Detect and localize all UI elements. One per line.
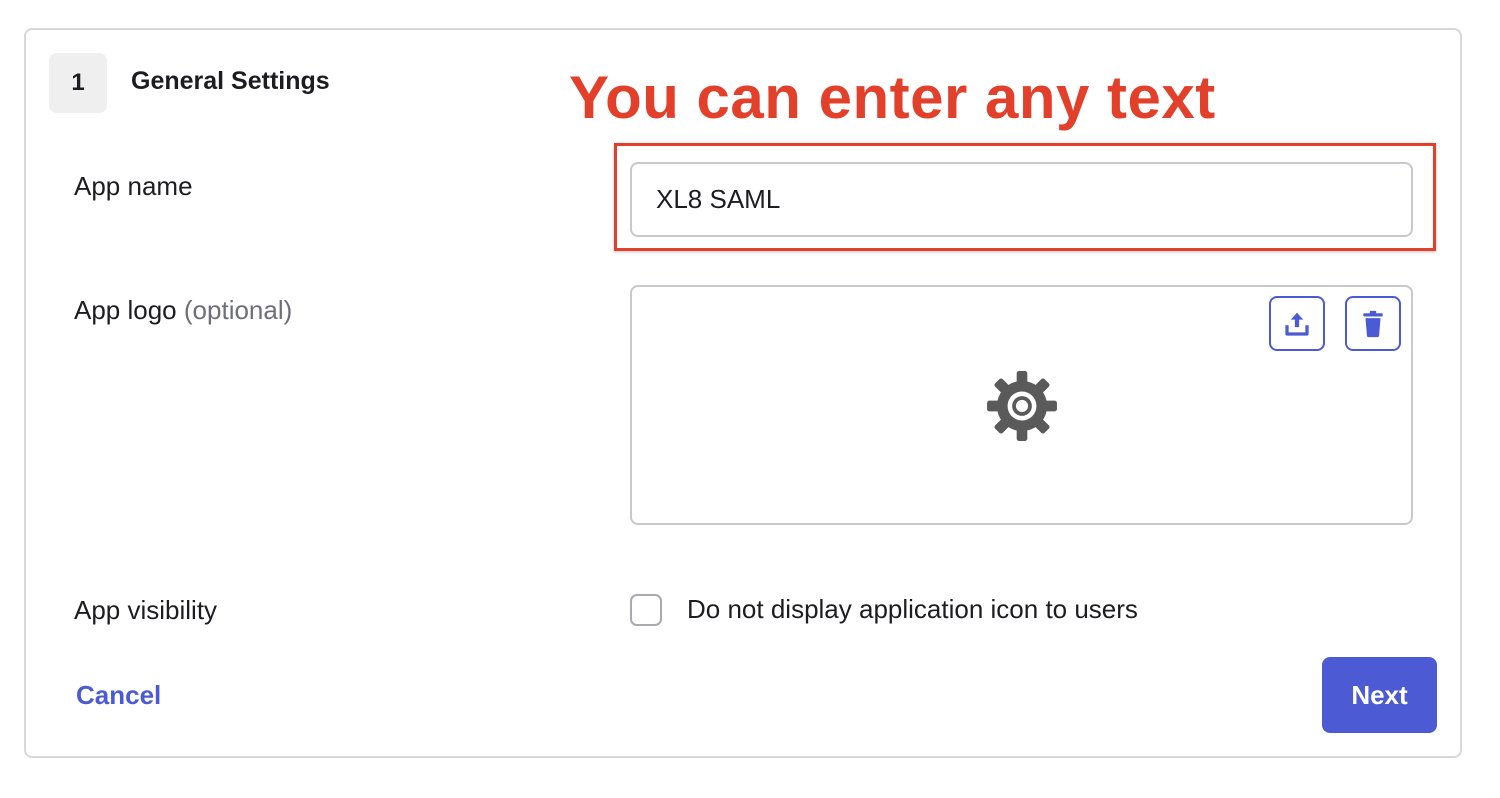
cancel-button[interactable]: Cancel (76, 680, 161, 711)
app-logo-label-text: App logo (74, 295, 177, 325)
optional-hint: (optional) (183, 295, 293, 325)
app-name-input[interactable] (630, 162, 1413, 237)
next-button[interactable]: Next (1322, 657, 1437, 733)
app-name-label: App name (74, 171, 193, 201)
app-visibility-label: App visibility (74, 595, 218, 625)
step-number-badge: 1 (49, 53, 107, 113)
hide-app-icon-label[interactable]: Do not display application icon to users (687, 594, 1138, 625)
trash-icon (1363, 310, 1383, 337)
step-title: General Settings (131, 67, 330, 95)
app-logo-label: App logo (optional) (74, 295, 292, 326)
upload-logo-button[interactable] (1269, 296, 1325, 351)
annotation-callout: You can enter any text (569, 64, 1216, 131)
delete-logo-button[interactable] (1345, 296, 1401, 351)
gear-icon (987, 371, 1057, 441)
upload-icon (1285, 312, 1309, 336)
hide-app-icon-checkbox[interactable] (630, 594, 662, 626)
